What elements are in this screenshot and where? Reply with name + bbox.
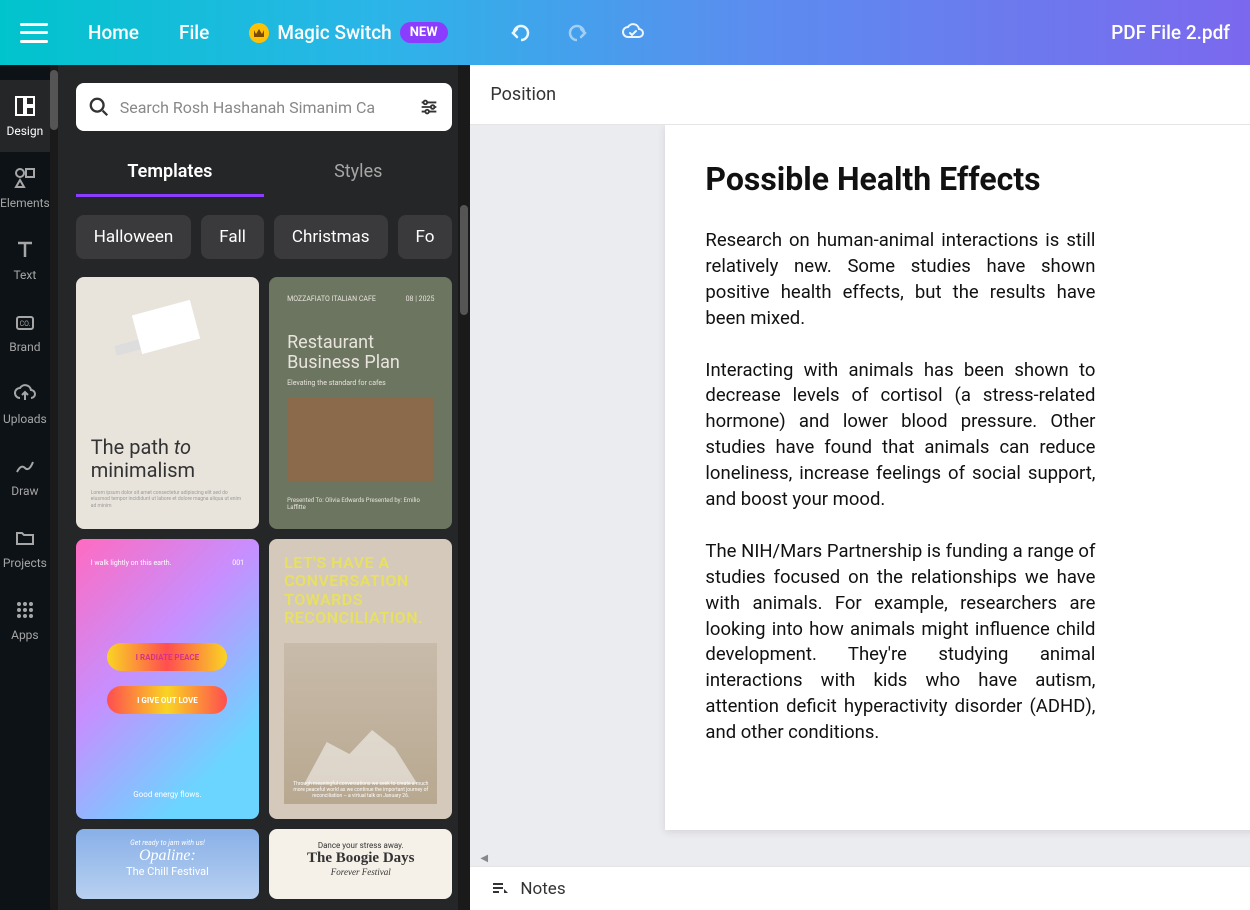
search-row <box>76 83 453 131</box>
notes-label: Notes <box>520 879 565 899</box>
file-button[interactable]: File <box>179 21 209 44</box>
uploads-icon <box>13 382 37 406</box>
template-text: I RADIATE PEACE <box>107 643 227 671</box>
nav-label: Brand <box>9 340 40 354</box>
panel-tabs: Templates Styles <box>76 149 453 197</box>
template-minimalism[interactable]: The path tominimalism Lorem ipsum dolor … <box>76 277 259 529</box>
magic-switch-button[interactable]: Magic Switch NEW <box>249 21 447 44</box>
svg-text:CO.: CO. <box>19 320 30 328</box>
nav-label: Text <box>13 268 36 282</box>
template-text: MOZZAFIATO ITALIAN CAFE <box>287 295 376 303</box>
template-text: Elevating the standard for cafes <box>287 379 434 387</box>
horizontal-collapse-icon[interactable]: ◀ <box>470 850 1250 866</box>
position-button[interactable]: Position <box>490 84 556 105</box>
cloud-sync-icon[interactable] <box>620 20 646 46</box>
text-icon <box>13 238 37 262</box>
nav-label: Uploads <box>3 412 47 426</box>
canvas-viewport[interactable]: Possible Health Effects Research on huma… <box>470 125 1250 866</box>
template-text: minimalism <box>91 458 195 482</box>
nav-draw[interactable]: Draw <box>0 440 50 512</box>
template-text: Through meaningful conversations we seek… <box>289 781 432 799</box>
canvas-toolbar: Position <box>470 65 1250 125</box>
nav-apps[interactable]: Apps <box>0 584 50 656</box>
page-paragraph[interactable]: The NIH/Mars Partnership is funding a ra… <box>705 539 1095 746</box>
chip-christmas[interactable]: Christmas <box>274 215 388 259</box>
panel-scrollbar-left[interactable] <box>50 65 58 910</box>
page-paragraph[interactable]: Research on human-animal interactions is… <box>705 228 1095 332</box>
side-panel: Templates Styles Halloween Fall Christma… <box>58 65 471 910</box>
design-icon <box>13 94 37 118</box>
template-peace[interactable]: I walk lightly on this earth. 001 I RADIA… <box>76 539 259 819</box>
nav-label: Elements <box>0 196 50 210</box>
template-text: Presented To: Olivia Edwards Presented b… <box>287 497 434 511</box>
home-button[interactable]: Home <box>88 21 139 44</box>
template-boogie[interactable]: Dance your stress away. The Boogie Days … <box>269 829 452 899</box>
canvas-area: Position Possible Health Effects Researc… <box>470 65 1250 910</box>
template-text: 08 | 2025 <box>406 295 435 303</box>
crown-icon <box>249 23 269 43</box>
page-title[interactable]: Possible Health Effects <box>705 160 1250 198</box>
filename[interactable]: PDF File 2.pdf <box>1111 21 1230 44</box>
brand-icon: CO. <box>13 310 37 334</box>
chip-halloween[interactable]: Halloween <box>76 215 192 259</box>
template-text: Dance your stress away. <box>281 841 440 850</box>
elements-icon <box>13 166 37 190</box>
template-opaline[interactable]: Get ready to jam with us! Opaline: The C… <box>76 829 259 899</box>
nav-uploads[interactable]: Uploads <box>0 368 50 440</box>
page-paragraph[interactable]: Interacting with animals has been shown … <box>705 358 1095 513</box>
search-input[interactable] <box>120 98 419 117</box>
nav-label: Projects <box>3 556 47 570</box>
chip-fall[interactable]: Fall <box>201 215 264 259</box>
menu-icon[interactable] <box>20 23 48 43</box>
topbar-actions <box>508 20 646 46</box>
nav-projects[interactable]: Projects <box>0 512 50 584</box>
redo-icon[interactable] <box>564 20 590 46</box>
template-text: I walk lightly on this earth. <box>91 559 172 567</box>
category-chips: Halloween Fall Christmas Fo <box>76 215 453 259</box>
tab-styles[interactable]: Styles <box>264 149 452 197</box>
notes-icon <box>490 879 510 899</box>
template-text: The Boogie Days <box>281 850 440 867</box>
template-text: Restaurant Business Plan <box>287 333 434 373</box>
tab-templates[interactable]: Templates <box>76 149 264 197</box>
templates-grid: The path tominimalism Lorem ipsum dolor … <box>76 277 453 899</box>
nav-design[interactable]: Design <box>0 80 50 152</box>
nav-label: Draw <box>11 484 38 498</box>
topbar: Home File Magic Switch NEW PDF File 2.pd… <box>0 0 1250 65</box>
left-nav: Design Elements Text CO. Brand Uploads D… <box>0 65 50 910</box>
chip-more[interactable]: Fo <box>398 215 453 259</box>
nav-brand[interactable]: CO. Brand <box>0 296 50 368</box>
filter-icon[interactable] <box>418 96 440 118</box>
apps-icon <box>13 598 37 622</box>
draw-icon <box>13 454 37 478</box>
nav-label: Apps <box>11 628 39 642</box>
template-text: Get ready to jam with us! <box>86 839 249 847</box>
template-text: LET'S HAVE A CONVERSATION TOWARDS RECONC… <box>284 554 437 628</box>
template-text: 001 <box>232 559 244 567</box>
notes-button[interactable]: Notes <box>490 879 565 899</box>
template-restaurant[interactable]: MOZZAFIATO ITALIAN CAFE 08 | 2025 Restaur… <box>269 277 452 529</box>
template-text: The path <box>91 435 174 459</box>
template-text: I GIVE OUT LOVE <box>107 686 227 714</box>
template-text: to <box>174 435 191 459</box>
new-badge: NEW <box>400 22 448 43</box>
nav-elements[interactable]: Elements <box>0 152 50 224</box>
search-icon <box>88 96 110 118</box>
undo-icon[interactable] <box>508 20 534 46</box>
magic-switch-label: Magic Switch <box>277 21 391 44</box>
template-reconciliation[interactable]: LET'S HAVE A CONVERSATION TOWARDS RECONC… <box>269 539 452 819</box>
template-text: Opaline: <box>86 847 249 865</box>
document-page[interactable]: Possible Health Effects Research on huma… <box>665 125 1250 830</box>
template-text: The Chill Festival <box>86 865 249 878</box>
nav-label: Design <box>7 124 44 138</box>
panel-scrollbar-right[interactable] <box>458 65 470 910</box>
template-text: Good energy flows. <box>91 790 244 799</box>
projects-icon <box>13 526 37 550</box>
template-text: Forever Festival <box>281 867 440 877</box>
bottom-bar: Notes <box>470 866 1250 910</box>
nav-text[interactable]: Text <box>0 224 50 296</box>
